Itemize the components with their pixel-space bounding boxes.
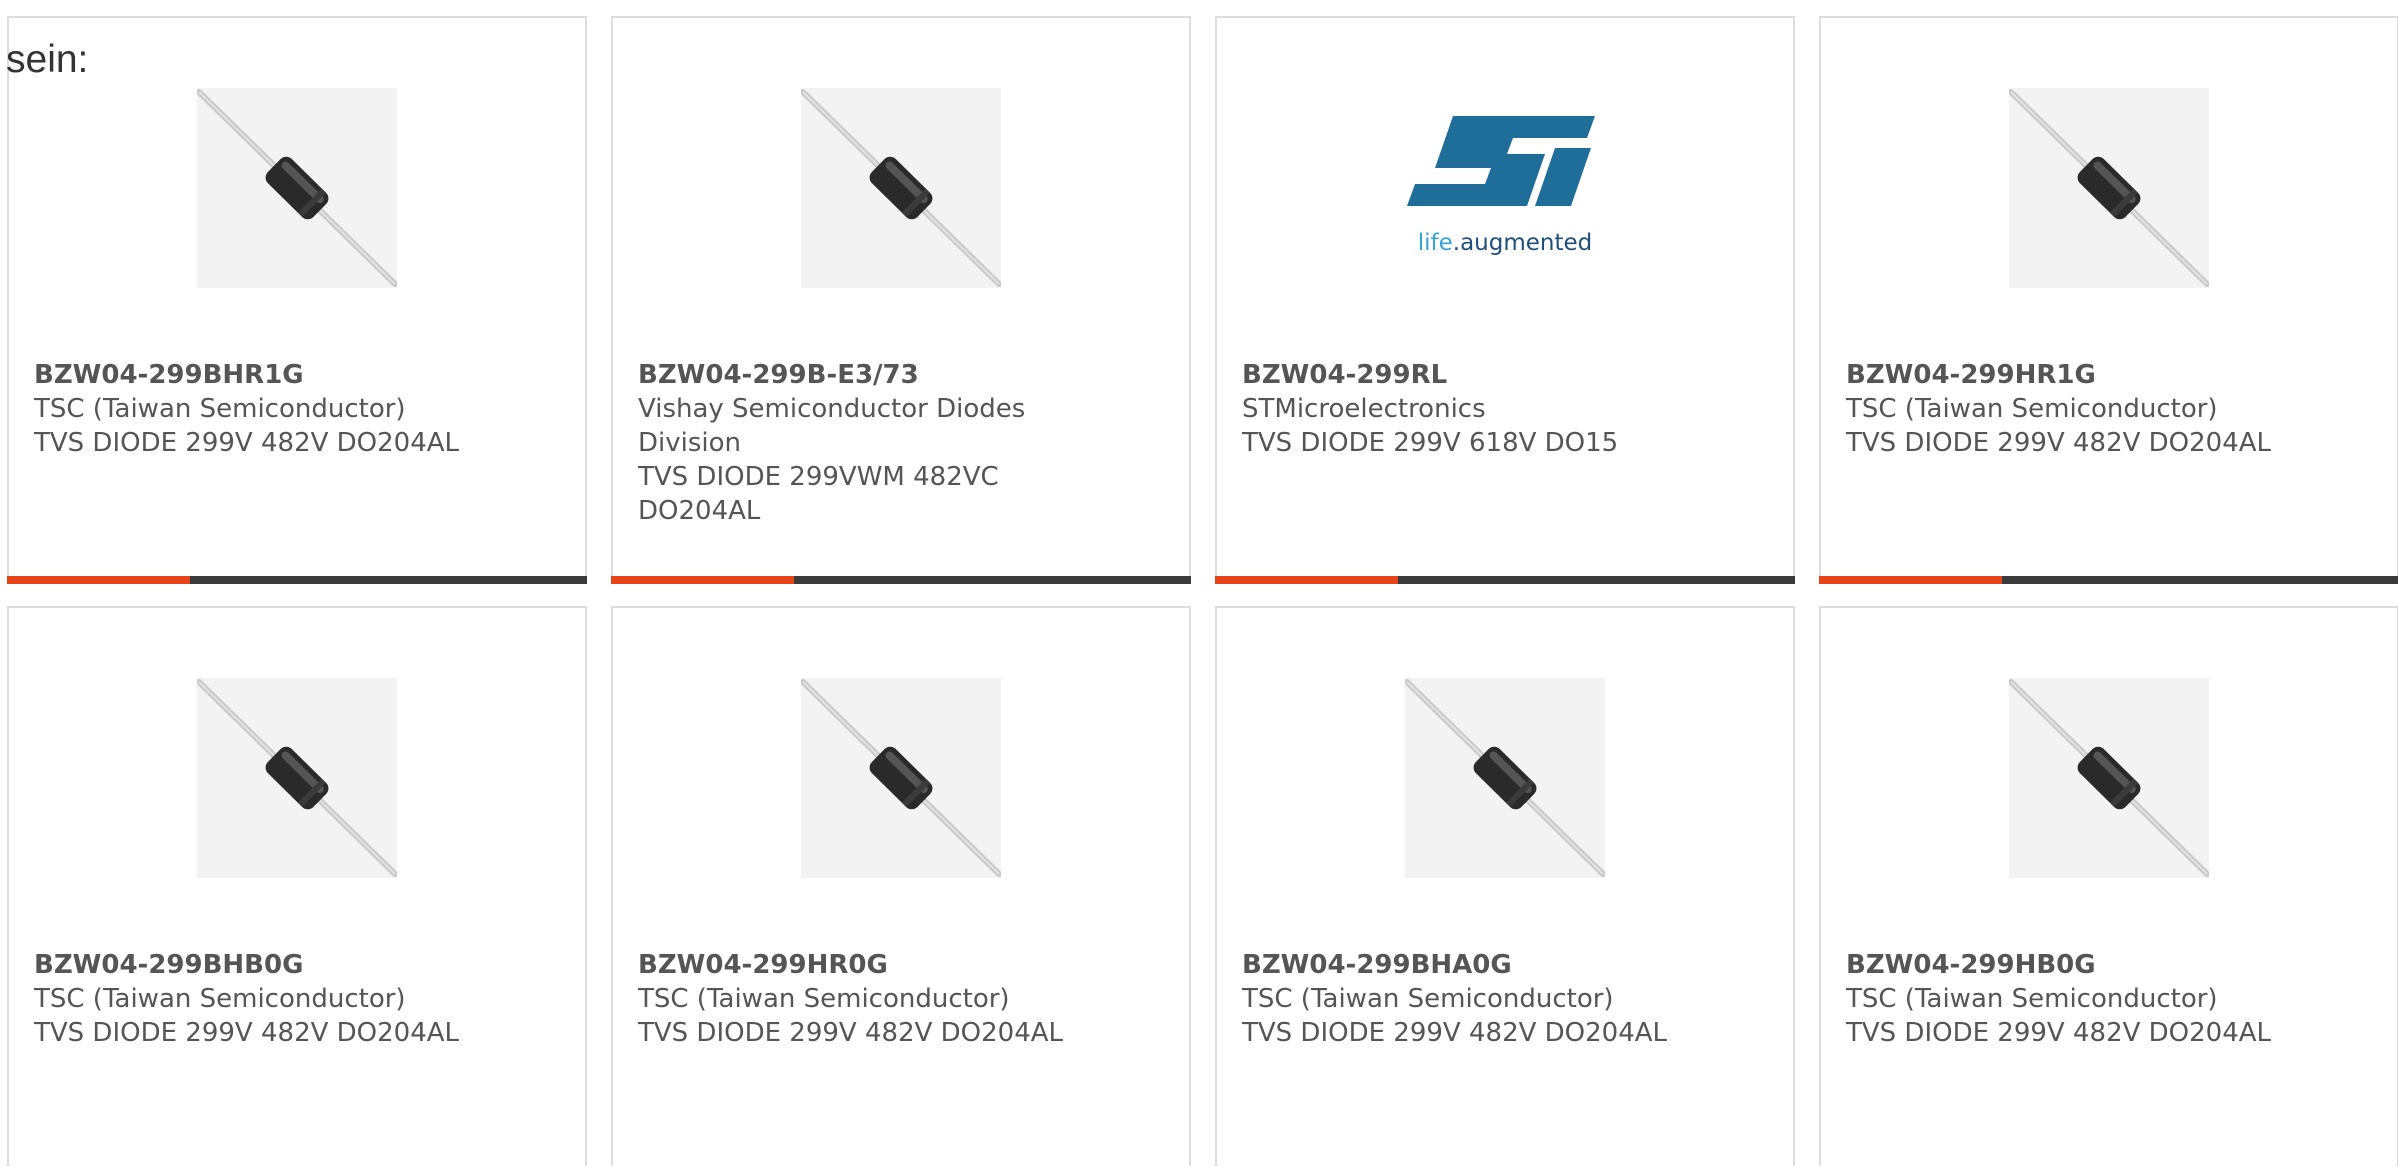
product-image[interactable] [1405, 678, 1605, 878]
page: sein: BZW04-299BHR1G TSC (Taiwan Semicon… [0, 0, 2398, 1167]
st-logo-icon: life.augmented [1407, 116, 1595, 256]
card-bar [611, 576, 1191, 584]
diode-icon [2009, 89, 2209, 287]
card-bar-accent [611, 576, 794, 584]
manufacturer: STMicroelectronics [1242, 394, 1486, 424]
part-number[interactable]: BZW04-299HR1G [1846, 358, 2326, 392]
diode-icon [801, 679, 1001, 877]
product-image[interactable] [2009, 88, 2209, 288]
diode-icon [197, 89, 397, 287]
product-card[interactable]: BZW04-299HR1G TSC (Taiwan Semiconductor)… [1819, 16, 2398, 584]
manufacturer: Vishay Semiconductor Diodes Division [638, 394, 1026, 458]
product-info: BZW04-299BHA0G TSC (Taiwan Semiconductor… [1242, 948, 1722, 1050]
product-grid: BZW04-299BHR1G TSC (Taiwan Semiconductor… [7, 16, 2398, 1167]
diode-icon [801, 89, 1001, 287]
card-bar [7, 576, 587, 584]
product-description: TVS DIODE 299V 482V DO204AL [638, 1018, 1064, 1048]
product-description: TVS DIODE 299V 482V DO204AL [34, 1018, 460, 1048]
product-info: BZW04-299HR0G TSC (Taiwan Semiconductor)… [638, 948, 1118, 1050]
product-info: BZW04-299BHR1G TSC (Taiwan Semiconductor… [34, 358, 514, 460]
product-image[interactable]: life.augmented [1395, 88, 1615, 288]
product-description: TVS DIODE 299V 618V DO15 [1242, 428, 1619, 458]
manufacturer: TSC (Taiwan Semiconductor) [1846, 394, 2218, 424]
part-number[interactable]: BZW04-299RL [1242, 358, 1722, 392]
product-card[interactable]: life.augmented BZW04-299RL STMicroelectr… [1215, 16, 1795, 584]
part-number[interactable]: BZW04-299HB0G [1846, 948, 2326, 982]
manufacturer: TSC (Taiwan Semiconductor) [1242, 984, 1614, 1014]
card-bar-accent [1215, 576, 1398, 584]
diode-icon [197, 679, 397, 877]
part-number[interactable]: BZW04-299BHA0G [1242, 948, 1722, 982]
part-number[interactable]: BZW04-299BHB0G [34, 948, 514, 982]
product-card[interactable]: BZW04-299HR0G TSC (Taiwan Semiconductor)… [611, 606, 1191, 1166]
product-description: TVS DIODE 299V 482V DO204AL [34, 428, 460, 458]
product-card[interactable]: BZW04-299B-E3/73 Vishay Semiconductor Di… [611, 16, 1191, 584]
st-logo-tagline: life.augmented [1418, 230, 1593, 256]
card-bar [1215, 576, 1795, 584]
product-card[interactable]: BZW04-299BHR1G TSC (Taiwan Semiconductor… [7, 16, 587, 584]
product-image[interactable] [197, 678, 397, 878]
product-image[interactable] [801, 678, 1001, 878]
part-number[interactable]: BZW04-299HR0G [638, 948, 1118, 982]
manufacturer: TSC (Taiwan Semiconductor) [638, 984, 1010, 1014]
card-bar-accent [1819, 576, 2002, 584]
product-description: TVS DIODE 299V 482V DO204AL [1242, 1018, 1668, 1048]
product-info: BZW04-299B-E3/73 Vishay Semiconductor Di… [638, 358, 1118, 528]
part-number[interactable]: BZW04-299B-E3/73 [638, 358, 1118, 392]
card-bar-accent [7, 576, 190, 584]
product-description: TVS DIODE 299V 482V DO204AL [1846, 1018, 2272, 1048]
product-card[interactable]: BZW04-299HB0G TSC (Taiwan Semiconductor)… [1819, 606, 2398, 1166]
part-number[interactable]: BZW04-299BHR1G [34, 358, 514, 392]
product-image[interactable] [801, 88, 1001, 288]
product-image[interactable] [2009, 678, 2209, 878]
product-description: TVS DIODE 299V 482V DO204AL [1846, 428, 2272, 458]
diode-icon [2009, 679, 2209, 877]
product-info: BZW04-299RL STMicroelectronics TVS DIODE… [1242, 358, 1722, 460]
product-description: TVS DIODE 299VWM 482VC DO204AL [638, 462, 999, 526]
diode-icon [1405, 679, 1605, 877]
manufacturer: TSC (Taiwan Semiconductor) [34, 984, 406, 1014]
manufacturer: TSC (Taiwan Semiconductor) [1846, 984, 2218, 1014]
product-info: BZW04-299HB0G TSC (Taiwan Semiconductor)… [1846, 948, 2326, 1050]
product-card[interactable]: BZW04-299BHA0G TSC (Taiwan Semiconductor… [1215, 606, 1795, 1166]
product-card[interactable]: BZW04-299BHB0G TSC (Taiwan Semiconductor… [7, 606, 587, 1166]
manufacturer: TSC (Taiwan Semiconductor) [34, 394, 406, 424]
st-logo-mark [1407, 116, 1595, 206]
product-info: BZW04-299HR1G TSC (Taiwan Semiconductor)… [1846, 358, 2326, 460]
product-image[interactable] [197, 88, 397, 288]
card-bar [1819, 576, 2398, 584]
intro-text: sein: [6, 38, 89, 81]
product-info: BZW04-299BHB0G TSC (Taiwan Semiconductor… [34, 948, 514, 1050]
